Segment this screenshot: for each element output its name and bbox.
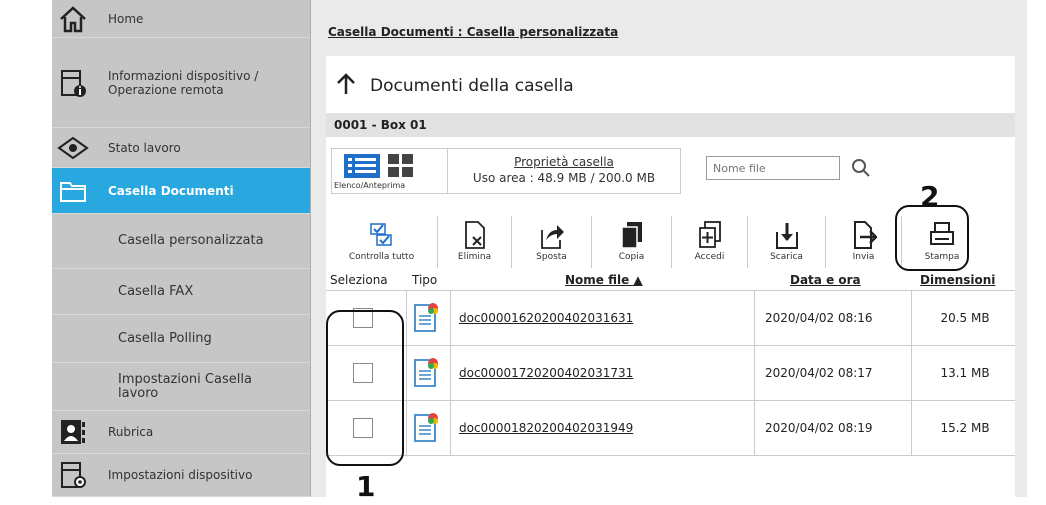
- file-date: 2020/04/02 08:17: [765, 366, 873, 380]
- device-info-icon: [54, 66, 92, 100]
- table-header: Seleziona Tipo Nome file ▲ Data e ora Di…: [326, 270, 1015, 291]
- move-icon: [539, 220, 565, 250]
- sidebar-item-device-settings[interactable]: Impostazioni dispositivo: [52, 454, 310, 497]
- delete-icon: [462, 220, 488, 250]
- callout-number-1: 1: [356, 470, 376, 503]
- check-all-icon: [369, 220, 395, 250]
- box-properties-link[interactable]: Proprietà casella: [448, 155, 680, 169]
- document-file-icon: [413, 413, 439, 446]
- check-all-button[interactable]: Controlla tutto: [326, 216, 438, 268]
- sidebar-item-label: Impostazioni Casella lavoro: [118, 371, 252, 401]
- copy-icon: [619, 220, 645, 250]
- sidebar-item-label: Home: [108, 11, 144, 26]
- thumbnail-view-icon[interactable]: [388, 154, 414, 182]
- breadcrumb[interactable]: Casella Documenti : Casella personalizza…: [328, 25, 618, 39]
- file-size: 15.2 MB: [940, 421, 990, 435]
- join-button[interactable]: Accedi: [672, 216, 748, 268]
- file-size: 13.1 MB: [940, 366, 990, 380]
- sidebar-item-label: Rubrica: [108, 425, 154, 439]
- join-label: Accedi: [694, 252, 725, 262]
- join-icon: [697, 220, 723, 250]
- column-select: Seleziona: [330, 273, 388, 287]
- sidebar-item-label: Impostazioni dispositivo: [108, 468, 253, 482]
- view-toggle[interactable]: Elenco/Anteprima: [331, 148, 448, 194]
- copy-button[interactable]: Copia: [592, 216, 672, 268]
- sidebar-item-custom-box[interactable]: Casella personalizzata: [52, 214, 310, 269]
- file-name-link[interactable]: doc00001620200402031631: [459, 311, 633, 325]
- copy-label: Copia: [618, 252, 645, 262]
- file-name-link[interactable]: doc00001720200402031731: [459, 366, 633, 380]
- sidebar-item-device-info[interactable]: Informazioni dispositivo / Operazione re…: [52, 38, 310, 128]
- sidebar-item-label: Informazioni dispositivo / Operazione re…: [108, 68, 259, 97]
- download-icon: [774, 220, 800, 250]
- download-button[interactable]: Scarica: [748, 216, 826, 268]
- list-view-icon[interactable]: [344, 154, 380, 182]
- box-toolbar: Elenco/Anteprima Proprietà casella Uso a…: [326, 144, 1015, 194]
- callout-box-print: [895, 205, 969, 271]
- home-icon: [54, 2, 92, 36]
- file-date: 2020/04/02 08:19: [765, 421, 873, 435]
- panel-title: Documenti della casella: [326, 66, 1015, 106]
- sidebar-item-document-box[interactable]: Casella Documenti: [52, 168, 310, 214]
- sidebar: Home Informazioni dispositivo / Operazio…: [52, 0, 311, 497]
- box-usage: Uso area : 48.9 MB / 200.0 MB: [472, 171, 656, 185]
- sidebar-item-home[interactable]: Home: [52, 0, 310, 38]
- sidebar-item-label: Casella personalizzata: [118, 233, 264, 248]
- column-date-time[interactable]: Data e ora: [790, 273, 861, 287]
- table-row[interactable]: doc00001620200402031631 2020/04/02 08:16…: [326, 291, 1015, 346]
- send-icon: [851, 220, 878, 250]
- callout-number-2: 2: [920, 180, 940, 213]
- file-date: 2020/04/02 08:16: [765, 311, 873, 325]
- send-label: Invia: [852, 252, 875, 262]
- callout-box-checkboxes: [326, 310, 404, 466]
- document-file-icon: [413, 303, 439, 336]
- column-file-name[interactable]: Nome file ▲: [565, 273, 643, 287]
- box-label: 0001 - Box 01: [326, 113, 1015, 137]
- document-panel: Documenti della casella 0001 - Box 01 El…: [326, 56, 1015, 497]
- file-name-search-input[interactable]: [706, 156, 840, 180]
- sidebar-item-fax-box[interactable]: Casella FAX: [52, 269, 310, 315]
- column-size[interactable]: Dimensioni: [920, 273, 995, 287]
- document-file-icon: [413, 358, 439, 391]
- arrow-up-icon[interactable]: [336, 72, 356, 100]
- move-button[interactable]: Sposta: [512, 216, 592, 268]
- device-settings-icon: [54, 458, 92, 492]
- sidebar-item-label: Stato lavoro: [108, 140, 181, 155]
- delete-label: Elimina: [457, 252, 492, 262]
- sidebar-item-address-book[interactable]: Rubrica: [52, 411, 310, 454]
- sidebar-item-label: Casella Documenti: [108, 183, 234, 198]
- column-type: Tipo: [412, 273, 438, 287]
- table-row[interactable]: doc00001720200402031731 2020/04/02 08:17…: [326, 346, 1015, 401]
- sidebar-item-job-box-settings[interactable]: Impostazioni Casella lavoro: [52, 363, 310, 411]
- sidebar-item-job-status[interactable]: Stato lavoro: [52, 128, 310, 168]
- folder-icon: [54, 174, 92, 208]
- file-name-link[interactable]: doc00001820200402031949: [459, 421, 633, 435]
- sidebar-item-label: Casella Polling: [118, 330, 212, 346]
- panel-title-text: Documenti della casella: [370, 76, 574, 96]
- sidebar-item-polling-box[interactable]: Casella Polling: [52, 315, 310, 363]
- table-row[interactable]: doc00001820200402031949 2020/04/02 08:19…: [326, 401, 1015, 456]
- box-properties: Proprietà casella Uso area : 48.9 MB / 2…: [448, 148, 681, 194]
- view-toggle-label: Elenco/Anteprima: [334, 181, 406, 190]
- download-label: Scarica: [770, 252, 803, 262]
- address-book-icon: [54, 415, 92, 449]
- move-label: Sposta: [536, 252, 567, 262]
- sidebar-item-label: Casella FAX: [118, 283, 194, 299]
- send-button[interactable]: Invia: [826, 216, 902, 268]
- delete-button[interactable]: Elimina: [438, 216, 512, 268]
- eye-icon: [54, 131, 92, 165]
- check-all-label: Controlla tutto: [348, 252, 415, 262]
- file-size: 20.5 MB: [940, 311, 990, 325]
- search-icon[interactable]: [851, 158, 871, 178]
